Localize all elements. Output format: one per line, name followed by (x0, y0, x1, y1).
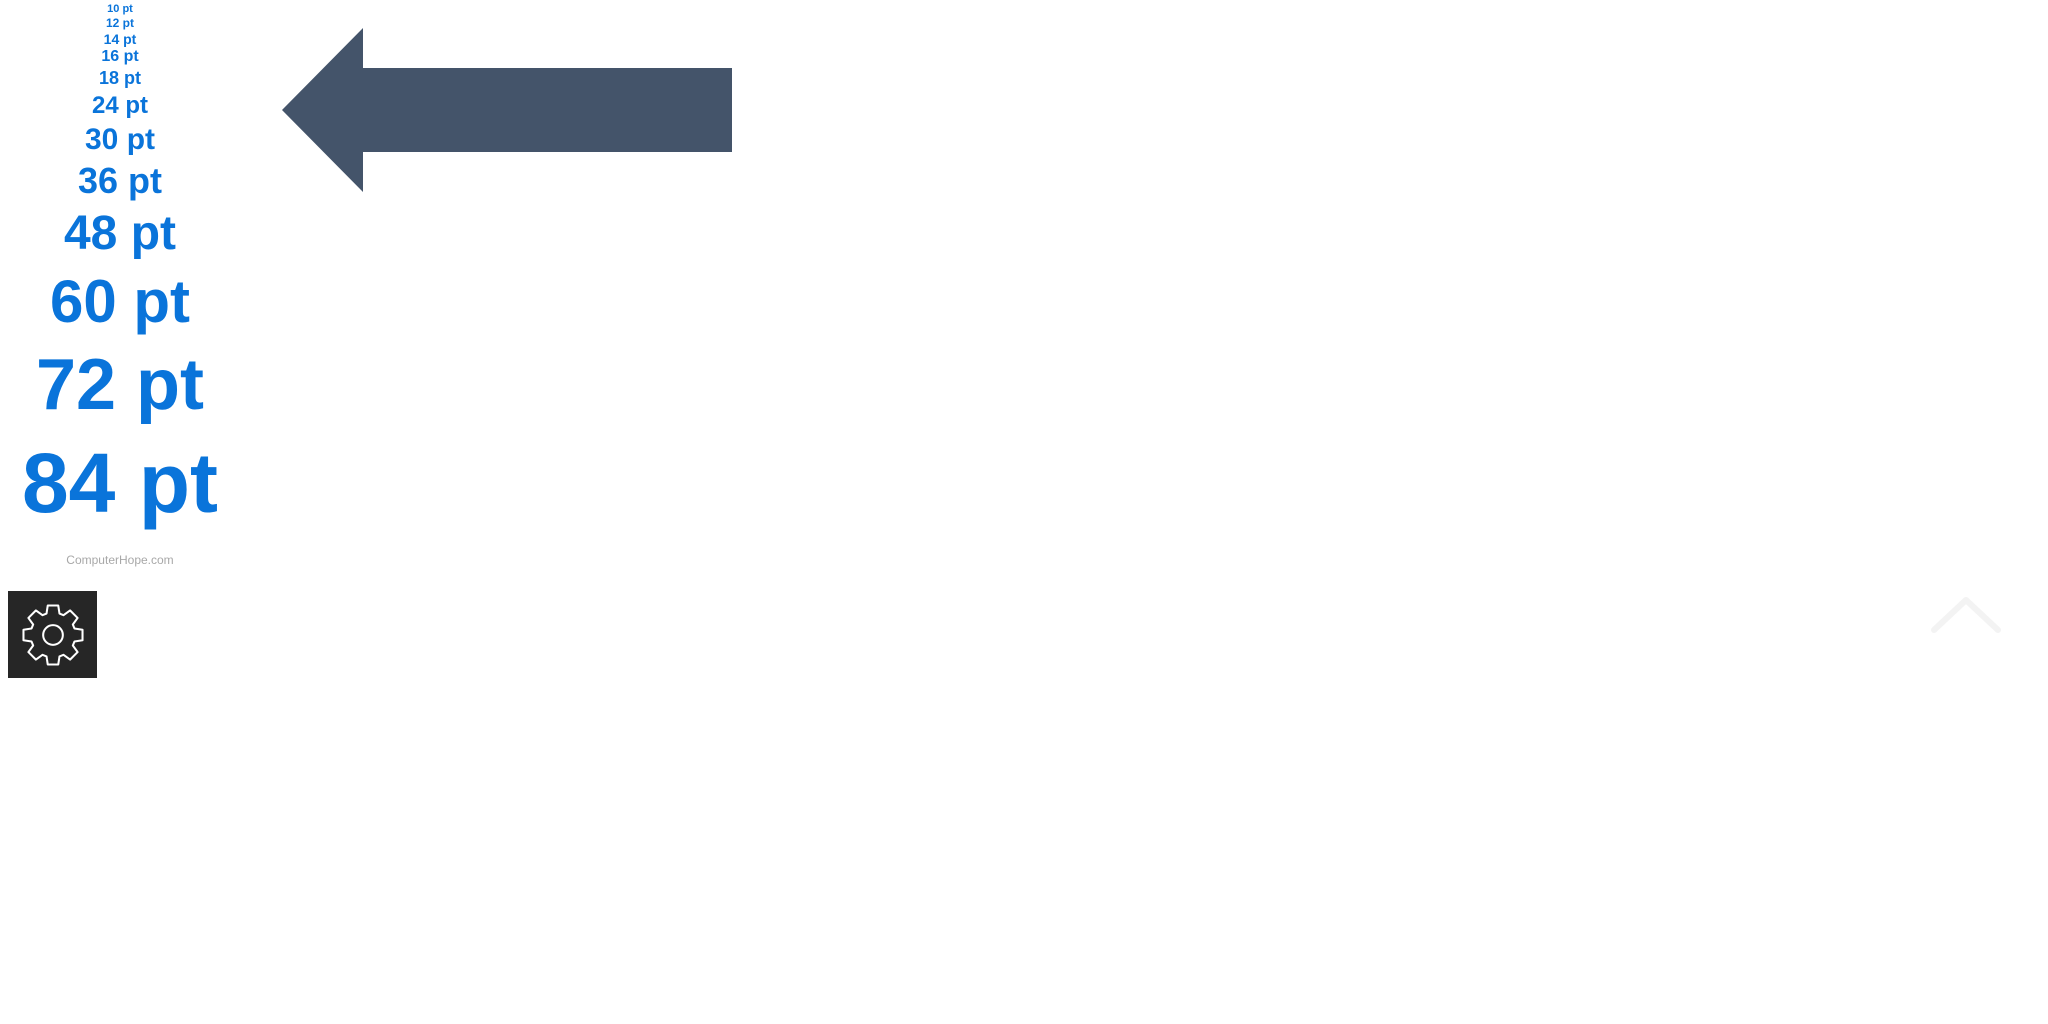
arrow-shape (282, 28, 732, 192)
font-size-list: 10 pt 12 pt 14 pt 16 pt 18 pt 24 pt 30 p… (0, 0, 240, 575)
left-arrow-icon (282, 28, 732, 192)
font-size-label-48: 48 pt (63, 207, 177, 260)
settings-button[interactable] (8, 591, 97, 678)
font-size-label-84: 84 pt (21, 436, 219, 530)
font-size-label-72: 72 pt (35, 345, 205, 425)
font-size-label-24: 24 pt (91, 92, 148, 119)
gear-icon (21, 603, 84, 666)
font-size-label-16: 16 pt (101, 48, 139, 65)
font-size-label-36: 36 pt (77, 160, 163, 201)
page: 10 pt 12 pt 14 pt 16 pt 18 pt 24 pt 30 p… (0, 0, 2048, 1024)
font-size-label-60: 60 pt (49, 268, 191, 335)
font-size-label-30: 30 pt (84, 123, 156, 156)
font-size-label-10: 10 pt (107, 3, 133, 15)
watermark: ComputerHope.com (66, 553, 174, 567)
font-size-label-14: 14 pt (103, 31, 137, 47)
font-size-label-12: 12 pt (105, 16, 134, 30)
chevron-up-icon[interactable] (1922, 588, 2010, 640)
font-size-label-18: 18 pt (98, 68, 141, 88)
